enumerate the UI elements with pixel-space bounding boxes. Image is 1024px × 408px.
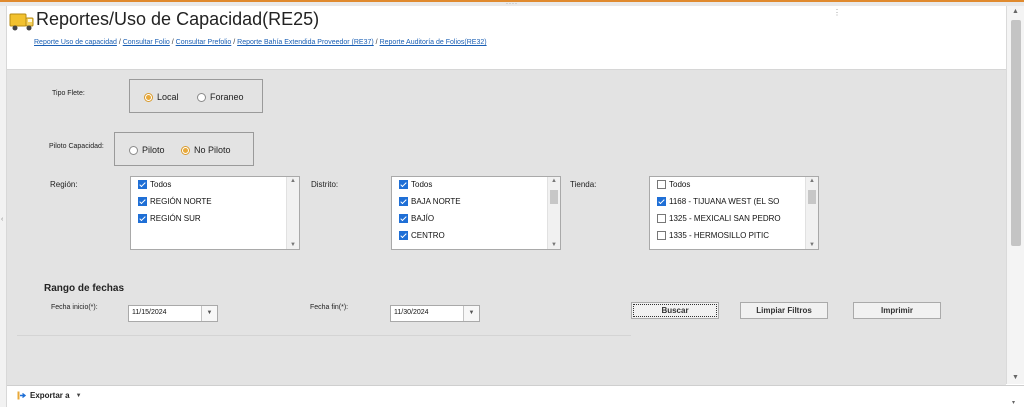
radio-piloto-indicator[interactable] (129, 145, 138, 155)
breadcrumb-link-consultar-folio[interactable]: Consultar Folio (123, 39, 170, 46)
scroll-thumb[interactable] (1011, 20, 1021, 246)
scroll-up-icon[interactable]: ▲ (551, 178, 557, 184)
distrito-item-centro[interactable]: CENTRO (399, 231, 445, 240)
filter-panel: Tipo Flete: Local Foraneo Piloto Capacid… (7, 70, 1006, 385)
tienda-listbox[interactable]: Todos 1168 - TIJUANA WEST (EL SO 1325 - … (649, 176, 819, 250)
checkbox-icon[interactable] (399, 214, 408, 223)
region-item-sur[interactable]: REGIÓN SUR (138, 214, 201, 223)
fecha-fin-value: 11/30/2024 (394, 309, 429, 316)
radio-foraneo-indicator[interactable] (197, 92, 206, 102)
radio-no-piloto[interactable]: No Piloto (181, 145, 231, 155)
scroll-down-icon[interactable]: ▼ (1012, 374, 1019, 381)
scroll-thumb[interactable] (808, 190, 816, 204)
checkbox-icon[interactable] (657, 231, 666, 240)
region-label: Región: (50, 180, 78, 189)
checkbox-icon[interactable] (138, 180, 147, 189)
checkbox-icon[interactable] (138, 214, 147, 223)
distrito-item-todos[interactable]: Todos (399, 180, 432, 189)
breadcrumb-link-uso-capacidad[interactable]: Reporte Uso de capacidad (34, 39, 117, 46)
scroll-down-icon[interactable]: ▼ (290, 242, 296, 248)
tienda-list-scrollbar[interactable]: ▲ ▼ (805, 177, 818, 249)
region-listbox[interactable]: Todos REGIÓN NORTE REGIÓN SUR ▲ ▼ (130, 176, 300, 250)
left-collapse-rail[interactable]: ‹ (0, 6, 7, 407)
breadcrumb: Reporte Uso de capacidad / Consultar Fol… (34, 39, 487, 46)
radio-no-piloto-label: No Piloto (194, 145, 231, 155)
fecha-fin-dropdown-icon[interactable]: ▼ (463, 306, 479, 321)
distrito-label: Distrito: (311, 180, 339, 189)
section-divider (17, 335, 631, 336)
limpiar-filtros-button[interactable]: Limpiar Filtros (740, 302, 828, 319)
collapse-arrow-icon[interactable]: ‹ (1, 216, 3, 223)
tienda-label: Tienda: (570, 180, 597, 189)
distrito-list-scrollbar[interactable]: ▲ ▼ (547, 177, 560, 249)
header-dot: ⋮ (833, 8, 841, 17)
piloto-capacidad-group: Piloto No Piloto (114, 132, 254, 166)
checkbox-icon[interactable] (657, 180, 666, 189)
scroll-up-icon[interactable]: ▲ (809, 178, 815, 184)
scroll-down-icon[interactable]: ▼ (551, 242, 557, 248)
scroll-thumb[interactable] (550, 190, 558, 204)
radio-foraneo[interactable]: Foraneo (197, 92, 244, 102)
page-title: Reportes/Uso de Capacidad(RE25) (36, 9, 320, 29)
fecha-inicio-value: 11/15/2024 (132, 309, 167, 316)
radio-piloto[interactable]: Piloto (129, 145, 165, 155)
radio-local-label: Local (157, 92, 179, 102)
imprimir-button[interactable]: Imprimir (853, 302, 941, 319)
page-header: Reportes/Uso de Capacidad(RE25) Reporte … (7, 6, 1006, 70)
region-item-norte[interactable]: REGIÓN NORTE (138, 197, 212, 206)
truck-logo-icon (9, 13, 34, 31)
checkbox-icon[interactable] (657, 214, 666, 223)
fecha-inicio-dropdown-icon[interactable]: ▼ (201, 306, 217, 321)
footer-toolbar: Exportar a ▼ (7, 385, 1024, 408)
scroll-up-icon[interactable]: ▲ (290, 178, 296, 184)
page-scrollbar[interactable]: ▲ ▼ (1006, 6, 1024, 384)
fecha-fin-input[interactable]: 11/30/2024 ▼ (390, 305, 480, 322)
checkbox-icon[interactable] (138, 197, 147, 206)
fecha-inicio-input[interactable]: 11/15/2024 ▼ (128, 305, 218, 322)
exportar-label: Exportar a (30, 391, 70, 400)
chevron-down-icon[interactable]: ▼ (76, 393, 82, 399)
radio-local-indicator[interactable] (144, 92, 153, 102)
distrito-item-baja-norte[interactable]: BAJA NORTE (399, 197, 461, 206)
radio-local[interactable]: Local (144, 92, 179, 102)
buscar-button[interactable]: Buscar (631, 302, 719, 319)
scroll-down-icon[interactable]: ▼ (809, 242, 815, 248)
breadcrumb-link-consultar-prefolio[interactable]: Consultar Prefolio (176, 39, 232, 46)
scroll-corner-icon: ▾ (1012, 400, 1016, 406)
breadcrumb-link-auditoria-folios[interactable]: Reporte Auditoría de Folios(RE32) (380, 39, 487, 46)
region-item-todos[interactable]: Todos (138, 180, 171, 189)
checkbox-icon[interactable] (399, 197, 408, 206)
checkbox-icon[interactable] (399, 180, 408, 189)
distrito-item-bajio[interactable]: BAJÍO (399, 214, 434, 223)
tienda-item-1335[interactable]: 1335 - HERMOSILLO PITIC (657, 231, 769, 240)
fecha-inicio-label: Fecha inicio(*): (51, 304, 98, 311)
radio-piloto-label: Piloto (142, 145, 165, 155)
distrito-listbox[interactable]: Todos BAJA NORTE BAJÍO CENTRO ▲ ▼ (391, 176, 561, 250)
scroll-up-icon[interactable]: ▲ (1012, 8, 1019, 15)
tienda-item-1325[interactable]: 1325 - MEXICALI SAN PEDRO (657, 214, 781, 223)
tipo-flete-label: Tipo Flete: (52, 90, 85, 97)
tienda-item-1168[interactable]: 1168 - TIJUANA WEST (EL SO (657, 197, 779, 206)
breadcrumb-link-bahia-extendida[interactable]: Reporte Bahía Extendida Proveedor (RE37) (237, 39, 374, 46)
export-arrow-icon (17, 391, 27, 400)
piloto-capacidad-label: Piloto Capacidad: (49, 143, 104, 150)
radio-foraneo-label: Foraneo (210, 92, 244, 102)
checkbox-icon[interactable] (657, 197, 666, 206)
exportar-menu[interactable]: Exportar a ▼ (17, 391, 82, 400)
rango-fechas-title: Rango de fechas (44, 283, 125, 294)
tienda-item-todos[interactable]: Todos (657, 180, 690, 189)
radio-no-piloto-indicator[interactable] (181, 145, 190, 155)
checkbox-icon[interactable] (399, 231, 408, 240)
tipo-flete-group: Local Foraneo (129, 79, 263, 113)
fecha-fin-label: Fecha fin(*): (310, 304, 349, 311)
region-list-scrollbar[interactable]: ▲ ▼ (286, 177, 299, 249)
